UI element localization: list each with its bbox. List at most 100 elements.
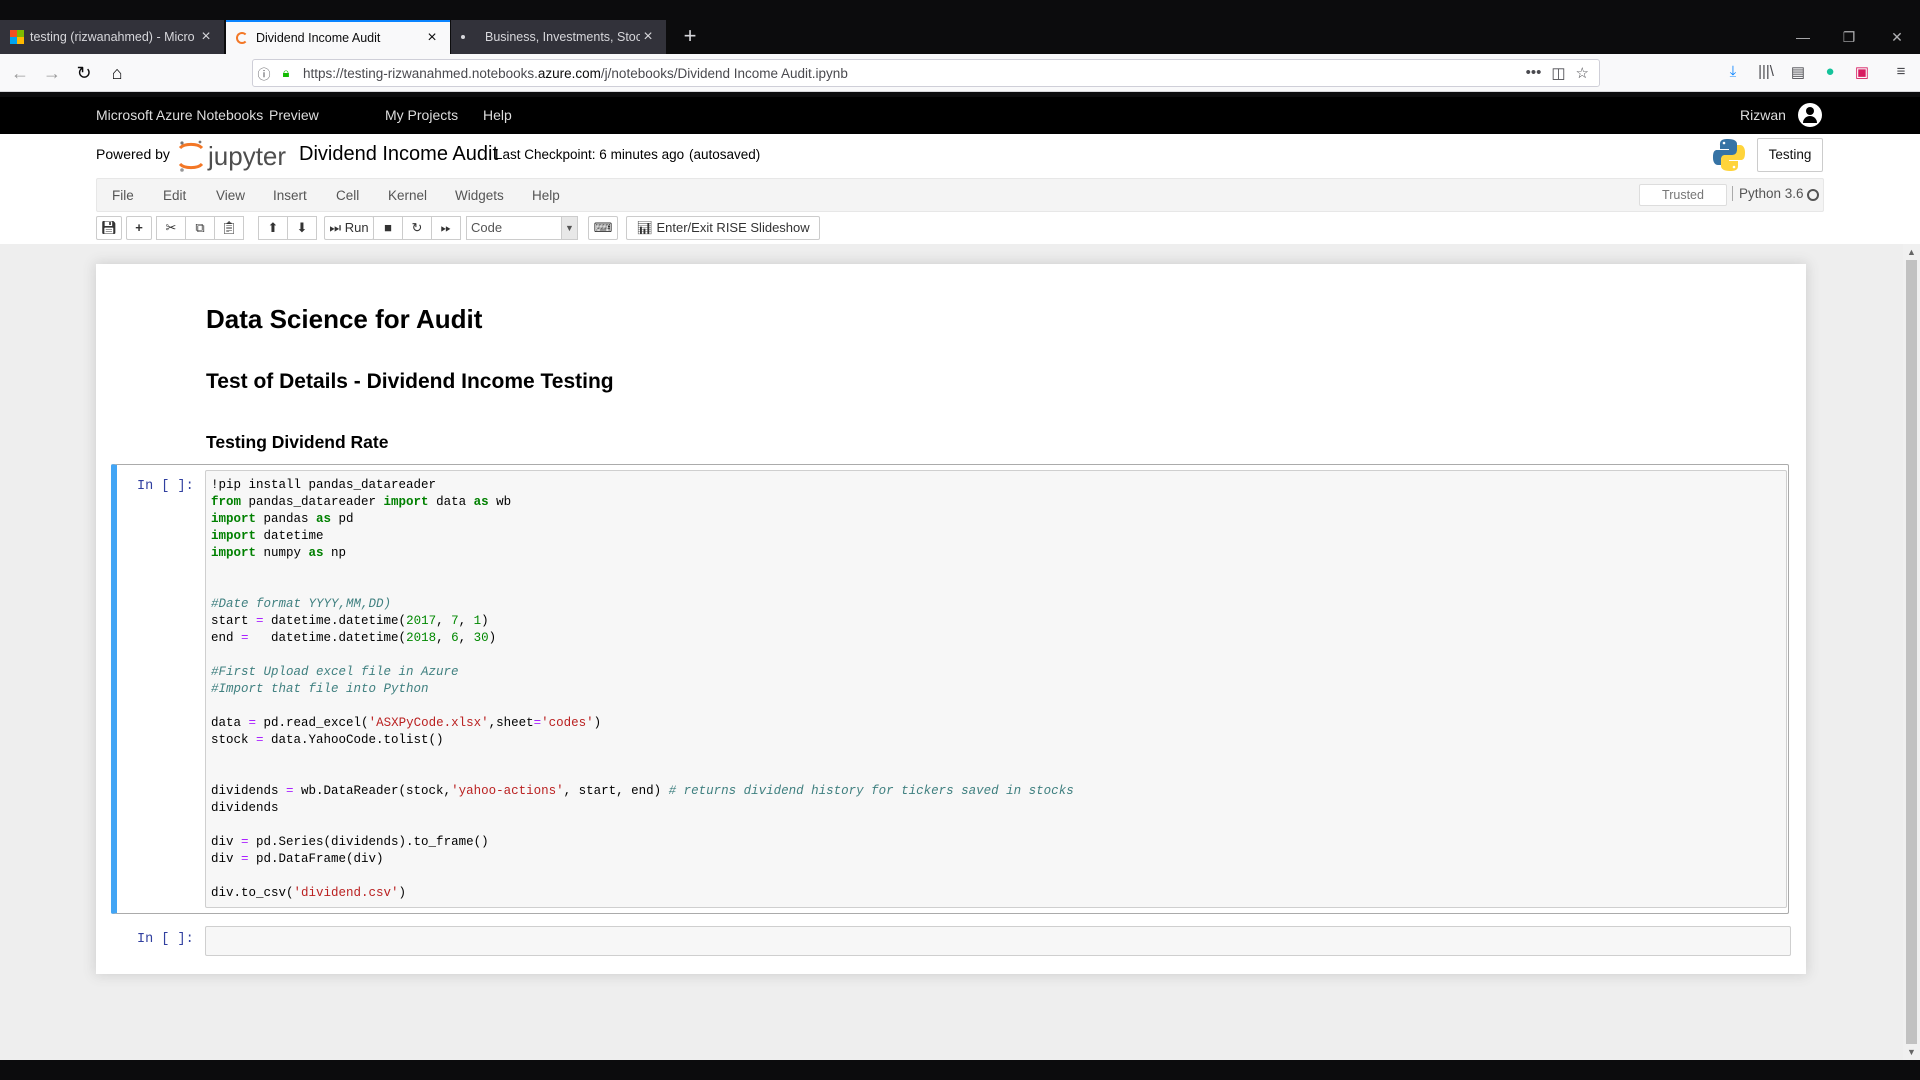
svg-text:jupyter: jupyter [207,141,286,171]
menu-view[interactable]: View [216,188,245,203]
code-line: #Date format YYYY,MM,DD) [211,597,392,611]
keyboard-icon[interactable]: ⌨ [588,216,618,240]
lock-icon: 🔒︎ [282,65,290,80]
kernel-name: Python 3.6 [1732,186,1804,201]
kernel-status-icon [1807,189,1819,201]
help-link[interactable]: Help [483,107,512,123]
save-icon[interactable]: 💾︎ [96,216,122,240]
kernel-project-button[interactable]: Testing [1757,138,1823,172]
avatar-icon[interactable] [1798,103,1822,127]
menu-insert[interactable]: Insert [273,188,307,203]
url-text[interactable]: https://testing-rizwanahmed.notebooks.az… [297,66,1526,81]
menu-icon[interactable]: ≡ [1890,63,1912,83]
forward-icon[interactable]: → [38,60,66,86]
code-line: !pip install pandas_datareader [211,478,437,492]
tab-title: testing (rizwanahmed) - Micro [30,30,195,44]
page-actions-icon[interactable]: ••• [1526,64,1542,82]
chevron-down-icon: ▼ [561,217,577,239]
input-prompt: In [ ]: [137,479,194,494]
insert-cell-icon[interactable]: + [126,216,152,240]
code-line: stock = data.YahooCode.tolist() [211,733,444,747]
cell-type-select[interactable]: Code ▼ [466,216,578,240]
input-prompt: In [ ]: [137,932,194,947]
code-line: div = pd.Series(dividends).to_frame() [211,835,489,849]
reload-icon[interactable]: ↻ [70,60,98,86]
browser-tab-dividend[interactable]: Dividend Income Audit × [226,20,450,54]
trusted-indicator[interactable]: Trusted [1639,184,1727,206]
scrollbar-thumb[interactable] [1906,260,1917,1044]
code-line: start = datetime.datetime(2017, 7, 1) [211,614,489,628]
code-cell-empty[interactable]: In [ ]: [111,920,1791,960]
code-line: import numpy as np [211,546,347,560]
menu-help[interactable]: Help [532,188,560,203]
restore-icon[interactable]: ❐ [1826,20,1872,54]
copy-icon[interactable]: ⧉ [185,216,215,240]
download-icon[interactable]: ⤓ [1722,63,1744,83]
menu-cell[interactable]: Cell [336,188,359,203]
scroll-down-icon[interactable]: ▼ [1903,1044,1920,1060]
move-down-icon[interactable]: ⬇ [287,216,317,240]
code-line: dividends = wb.DataReader(stock,'yahoo-a… [211,784,1074,798]
sidebar-icon[interactable]: ▤ [1787,63,1809,83]
interrupt-icon[interactable]: ■ [373,216,403,240]
restart-icon[interactable]: ↻ [402,216,432,240]
code-editor[interactable]: !pip install pandas_datareaderfrom panda… [205,470,1787,908]
notebook-page: Data Science for Audit Test of Details -… [96,264,1806,974]
browser-tab-azure[interactable]: testing (rizwanahmed) - Micro × [0,20,225,54]
code-line: #First Upload excel file in Azure [211,665,459,679]
back-icon[interactable]: ← [6,60,34,86]
info-icon[interactable]: ⓘ [253,64,275,83]
restart-run-all-icon[interactable]: ⏩︎ [431,216,461,240]
notebook-toolbar: 💾︎ + ✂ ⧉ 📋︎ ⬆ ⬇ ⏭︎ Run ■ ↻ ⏩︎ Code ▼ ⌨ 📊︎… [96,216,1824,242]
scroll-up-icon[interactable]: ▲ [1903,244,1920,260]
heading-1: Data Science for Audit [206,304,483,334]
heading-3: Testing Dividend Rate [206,432,389,452]
jupyter-header: Powered by jupyter Dividend Income Audit… [0,134,1920,244]
code-line: import pandas as pd [211,512,354,526]
menu-kernel[interactable]: Kernel [388,188,427,203]
home-icon[interactable]: ⌂ [103,60,131,86]
menu-widgets[interactable]: Widgets [455,188,504,203]
code-line: div = pd.DataFrame(div) [211,852,384,866]
notebook-title[interactable]: Dividend Income Audit [299,143,498,166]
notebook-area: Data Science for Audit Test of Details -… [0,244,1920,1060]
browser-tab-bar: testing (rizwanahmed) - Micro × Dividend… [0,0,1920,54]
close-window-icon[interactable]: ✕ [1874,20,1920,54]
code-line: from pandas_datareader import data as wb [211,495,512,509]
browser-tab-business[interactable]: Business, Investments, Stocks & × [451,20,666,54]
url-bar[interactable]: ⓘ 🔒︎ https://testing-rizwanahmed.noteboo… [252,59,1600,87]
minimize-icon[interactable]: — [1780,20,1826,54]
code-line: dividends [211,801,279,815]
azure-brand[interactable]: Microsoft Azure Notebooks [96,107,263,123]
cut-icon[interactable]: ✂ [156,216,186,240]
new-tab-button[interactable]: + [670,20,710,54]
menu-file[interactable]: File [112,188,134,203]
close-tab-icon[interactable]: × [640,28,656,46]
bookmark-star-icon[interactable]: ☆ [1576,64,1589,82]
rise-slideshow-button[interactable]: 📊︎ Enter/Exit RISE Slideshow [626,216,820,240]
pocket-icon[interactable]: ◫ [1551,64,1565,82]
move-up-icon[interactable]: ⬆ [258,216,288,240]
library-icon[interactable]: |||\ [1755,63,1777,83]
extension-icon[interactable]: ▣ [1851,63,1873,83]
tab-title: Business, Investments, Stocks & [485,30,640,44]
user-name[interactable]: Rizwan [1740,107,1786,123]
grammarly-icon[interactable]: ● [1819,63,1841,83]
jupyter-favicon-icon [236,32,248,44]
menu-edit[interactable]: Edit [163,188,186,203]
jupyter-logo[interactable]: jupyter [176,138,296,174]
my-projects-link[interactable]: My Projects [385,107,458,123]
close-tab-icon[interactable]: × [198,28,214,46]
run-button[interactable]: ⏭︎ Run [324,216,374,240]
code-editor-empty[interactable] [205,926,1791,956]
heading-2: Test of Details - Dividend Income Testin… [206,370,614,393]
python-logo-icon [1713,139,1745,171]
code-cell-selected[interactable]: In [ ]: !pip install pandas_datareaderfr… [111,464,1789,914]
preview-label: Preview [269,107,319,123]
autosave-status: (autosaved) [689,147,761,162]
paste-icon[interactable]: 📋︎ [214,216,244,240]
close-tab-icon[interactable]: × [424,29,440,47]
